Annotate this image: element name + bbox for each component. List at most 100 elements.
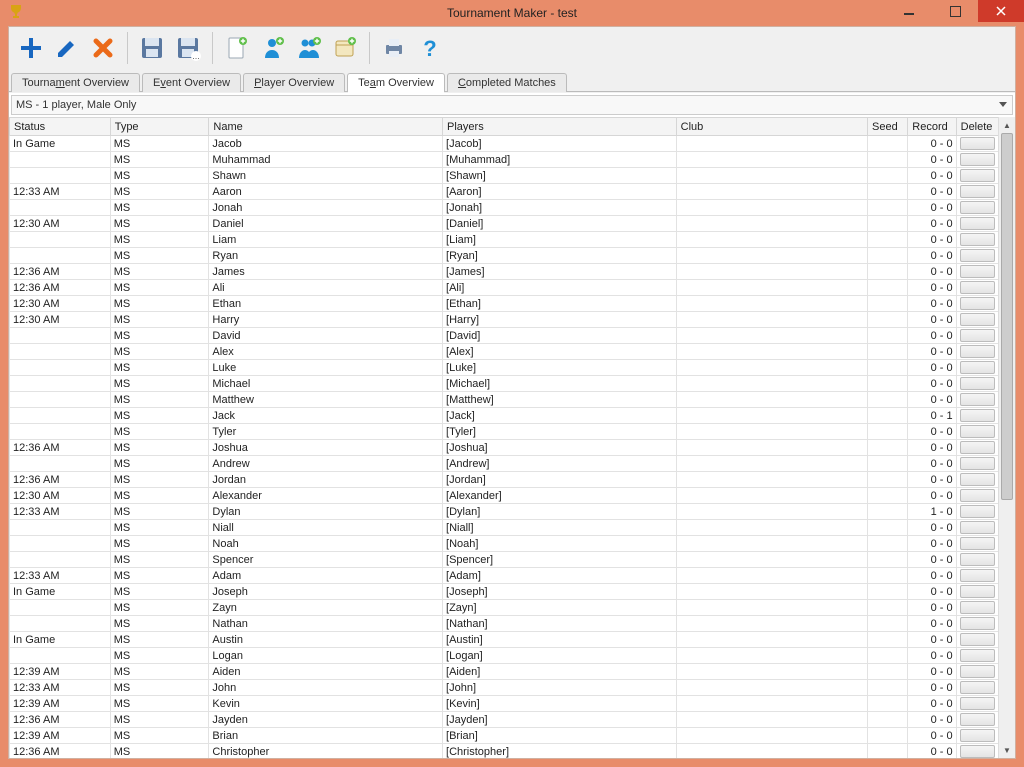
print-button[interactable]	[378, 32, 410, 64]
delete-row-button[interactable]	[960, 313, 995, 326]
delete-row-button[interactable]	[960, 729, 995, 742]
table-row[interactable]: MSSpencer[Spencer]0 - 0	[10, 552, 999, 568]
table-row[interactable]: 12:30 AMMSHarry[Harry]0 - 0	[10, 312, 999, 328]
table-row[interactable]: MSAlex[Alex]0 - 0	[10, 344, 999, 360]
table-row[interactable]: MSMichael[Michael]0 - 0	[10, 376, 999, 392]
delete-row-button[interactable]	[960, 329, 995, 342]
table-row[interactable]: 12:36 AMMSChristopher[Christopher]0 - 0	[10, 744, 999, 759]
table-row[interactable]: MSJack[Jack]0 - 1	[10, 408, 999, 424]
add-button[interactable]	[15, 32, 47, 64]
delete-row-button[interactable]	[960, 489, 995, 502]
scroll-down-button[interactable]: ▼	[999, 742, 1015, 758]
delete-row-button[interactable]	[960, 585, 995, 598]
delete-row-button[interactable]	[960, 681, 995, 694]
delete-row-button[interactable]	[960, 393, 995, 406]
delete-row-button[interactable]	[960, 665, 995, 678]
tab-team-overview[interactable]: Team Overview	[347, 73, 445, 92]
table-row[interactable]: MSNathan[Nathan]0 - 0	[10, 616, 999, 632]
add-team-button[interactable]	[293, 32, 325, 64]
col-seed[interactable]: Seed	[868, 118, 908, 136]
delete-row-button[interactable]	[960, 169, 995, 182]
table-row[interactable]: 12:36 AMMSJayden[Jayden]0 - 0	[10, 712, 999, 728]
delete-row-button[interactable]	[960, 505, 995, 518]
table-row[interactable]: MSTyler[Tyler]0 - 0	[10, 424, 999, 440]
table-row[interactable]: 12:39 AMMSAiden[Aiden]0 - 0	[10, 664, 999, 680]
delete-row-button[interactable]	[960, 425, 995, 438]
edit-button[interactable]	[51, 32, 83, 64]
delete-row-button[interactable]	[960, 281, 995, 294]
table-row[interactable]: 12:30 AMMSAlexander[Alexander]0 - 0	[10, 488, 999, 504]
delete-row-button[interactable]	[960, 217, 995, 230]
new-document-button[interactable]	[221, 32, 253, 64]
scroll-track[interactable]	[999, 133, 1015, 742]
table-row[interactable]: MSLuke[Luke]0 - 0	[10, 360, 999, 376]
vertical-scrollbar[interactable]: ▲ ▼	[998, 117, 1015, 758]
table-row[interactable]: In GameMSJacob[Jacob]0 - 0	[10, 136, 999, 152]
col-record[interactable]: Record	[908, 118, 956, 136]
delete-row-button[interactable]	[960, 345, 995, 358]
table-row[interactable]: MSRyan[Ryan]0 - 0	[10, 248, 999, 264]
delete-row-button[interactable]	[960, 537, 995, 550]
save-button[interactable]	[136, 32, 168, 64]
col-club[interactable]: Club	[676, 118, 867, 136]
titlebar[interactable]: Tournament Maker - test	[0, 0, 1024, 26]
delete-row-button[interactable]	[960, 441, 995, 454]
delete-row-button[interactable]	[960, 409, 995, 422]
delete-button[interactable]	[87, 32, 119, 64]
table-row[interactable]: MSDavid[David]0 - 0	[10, 328, 999, 344]
delete-row-button[interactable]	[960, 745, 995, 758]
table-row[interactable]: MSLiam[Liam]0 - 0	[10, 232, 999, 248]
delete-row-button[interactable]	[960, 569, 995, 582]
table-row[interactable]: MSLogan[Logan]0 - 0	[10, 648, 999, 664]
delete-row-button[interactable]	[960, 617, 995, 630]
minimize-button[interactable]	[886, 0, 932, 22]
add-event-button[interactable]	[329, 32, 361, 64]
col-players[interactable]: Players	[443, 118, 677, 136]
close-button[interactable]	[978, 0, 1024, 22]
delete-row-button[interactable]	[960, 185, 995, 198]
table-row[interactable]: MSZayn[Zayn]0 - 0	[10, 600, 999, 616]
delete-row-button[interactable]	[960, 521, 995, 534]
table-row[interactable]: 12:33 AMMSDylan[Dylan]1 - 0	[10, 504, 999, 520]
delete-row-button[interactable]	[960, 137, 995, 150]
table-row[interactable]: MSShawn[Shawn]0 - 0	[10, 168, 999, 184]
tab-tournament-overview[interactable]: Tournament Overview	[11, 73, 140, 92]
delete-row-button[interactable]	[960, 361, 995, 374]
maximize-button[interactable]	[932, 0, 978, 22]
delete-row-button[interactable]	[960, 265, 995, 278]
table-row[interactable]: In GameMSAustin[Austin]0 - 0	[10, 632, 999, 648]
table-row[interactable]: MSNiall[Niall]0 - 0	[10, 520, 999, 536]
delete-row-button[interactable]	[960, 297, 995, 310]
table-row[interactable]: 12:39 AMMSBrian[Brian]0 - 0	[10, 728, 999, 744]
delete-row-button[interactable]	[960, 601, 995, 614]
table-row[interactable]: MSMuhammad[Muhammad]0 - 0	[10, 152, 999, 168]
table-row[interactable]: 12:36 AMMSAli[Ali]0 - 0	[10, 280, 999, 296]
table-row[interactable]: 12:36 AMMSJoshua[Joshua]0 - 0	[10, 440, 999, 456]
scroll-thumb[interactable]	[1001, 133, 1013, 500]
delete-row-button[interactable]	[960, 713, 995, 726]
help-button[interactable]: ?	[414, 32, 446, 64]
delete-row-button[interactable]	[960, 233, 995, 246]
scroll-up-button[interactable]: ▲	[999, 117, 1015, 133]
save-as-button[interactable]: …	[172, 32, 204, 64]
tab-completed-matches[interactable]: Completed Matches	[447, 73, 567, 92]
col-status[interactable]: Status	[10, 118, 111, 136]
delete-row-button[interactable]	[960, 377, 995, 390]
table-row[interactable]: 12:30 AMMSDaniel[Daniel]0 - 0	[10, 216, 999, 232]
tab-player-overview[interactable]: Player Overview	[243, 73, 345, 92]
delete-row-button[interactable]	[960, 553, 995, 566]
tab-event-overview[interactable]: Event Overview	[142, 73, 241, 92]
table-row[interactable]: MSAndrew[Andrew]0 - 0	[10, 456, 999, 472]
table-row[interactable]: 12:39 AMMSKevin[Kevin]0 - 0	[10, 696, 999, 712]
table-row[interactable]: MSMatthew[Matthew]0 - 0	[10, 392, 999, 408]
table-row[interactable]: 12:36 AMMSJames[James]0 - 0	[10, 264, 999, 280]
delete-row-button[interactable]	[960, 697, 995, 710]
table-row[interactable]: 12:33 AMMSJohn[John]0 - 0	[10, 680, 999, 696]
add-player-button[interactable]	[257, 32, 289, 64]
delete-row-button[interactable]	[960, 249, 995, 262]
col-name[interactable]: Name	[209, 118, 443, 136]
col-delete[interactable]: Delete	[956, 118, 998, 136]
table-row[interactable]: 12:36 AMMSJordan[Jordan]0 - 0	[10, 472, 999, 488]
delete-row-button[interactable]	[960, 201, 995, 214]
table-row[interactable]: 12:33 AMMSAdam[Adam]0 - 0	[10, 568, 999, 584]
